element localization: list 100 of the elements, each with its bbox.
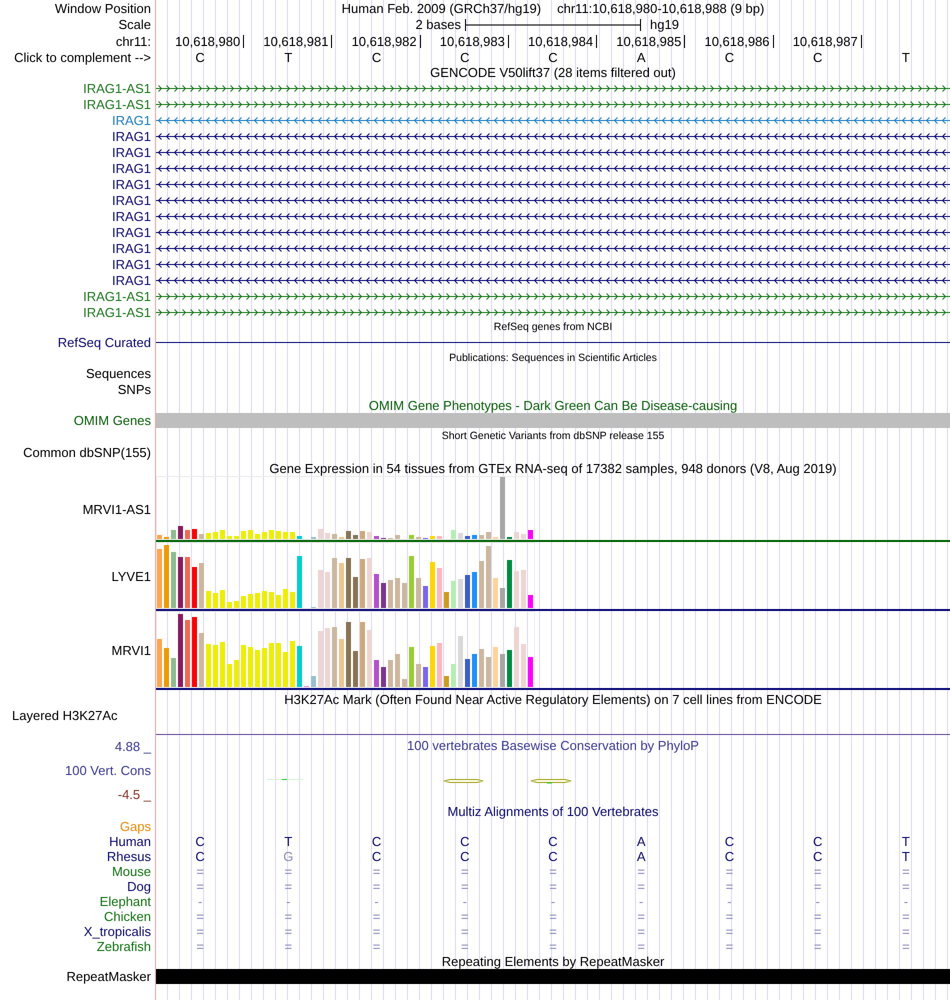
gene-line[interactable] bbox=[156, 228, 950, 236]
track-label[interactable]: 100 Vert. Cons bbox=[65, 764, 151, 776]
base-letter: T bbox=[902, 50, 910, 64]
expression-bar bbox=[234, 536, 239, 539]
expression-bar bbox=[395, 578, 400, 608]
expression-bar bbox=[353, 535, 358, 539]
gene-label[interactable]: IRAG1 bbox=[112, 114, 151, 126]
track-label[interactable]: RefSeq Curated bbox=[58, 336, 151, 349]
expression-bar bbox=[472, 535, 477, 539]
gene-label[interactable]: MRVI1-AS1 bbox=[82, 502, 151, 516]
expression-bar bbox=[234, 660, 239, 687]
gene-label[interactable]: IRAG1 bbox=[112, 130, 151, 142]
species-label[interactable]: Rhesus bbox=[106, 850, 151, 863]
gene-label[interactable]: IRAG1-AS1 bbox=[83, 306, 151, 318]
alignment-base: - bbox=[550, 895, 556, 908]
track-title: Publications: Sequences in Scientific Articles bbox=[449, 352, 657, 364]
expression-bar bbox=[220, 642, 225, 687]
gene-label[interactable]: IRAG1-AS1 bbox=[83, 98, 151, 110]
base-letter: C bbox=[195, 50, 205, 64]
track-label[interactable]: Layered H3K27Ac bbox=[12, 709, 118, 722]
track-title: Gene Expression in 54 tissues from GTEx RNA-seq of 17382 samples, 948 donors (V8, Aug 2019) bbox=[269, 462, 837, 474]
expression-bar bbox=[472, 572, 477, 608]
expression-bar bbox=[262, 532, 267, 539]
track-label[interactable]: SNPs bbox=[118, 382, 151, 396]
species-label[interactable]: Elephant bbox=[100, 895, 151, 908]
expression-bar bbox=[437, 643, 442, 687]
alignment-base: = bbox=[902, 865, 910, 878]
position-label: 10,618,985 bbox=[616, 35, 686, 48]
gene-label[interactable]: IRAG1-AS1 bbox=[83, 82, 151, 94]
gene-label[interactable]: IRAG1 bbox=[112, 242, 151, 254]
gene-label[interactable]: LYVE1 bbox=[111, 570, 151, 583]
gene-line[interactable] bbox=[156, 260, 950, 268]
species-label[interactable]: Zebrafish bbox=[96, 940, 151, 953]
alignment-base: - bbox=[286, 895, 290, 908]
gene-label[interactable]: IRAG1 bbox=[112, 274, 151, 286]
gene-label[interactable]: IRAG1 bbox=[112, 258, 151, 270]
alignment-base: = bbox=[726, 940, 734, 953]
expression-bar bbox=[346, 622, 351, 687]
expression-bar bbox=[353, 651, 358, 687]
gene-line[interactable] bbox=[156, 212, 950, 220]
expression-bar bbox=[164, 545, 169, 608]
expression-bar bbox=[192, 529, 197, 539]
gene-label[interactable]: IRAG1 bbox=[112, 162, 151, 174]
expression-bar bbox=[178, 557, 183, 608]
track-label[interactable]: Sequences bbox=[86, 367, 151, 380]
expression-bar bbox=[507, 650, 512, 687]
gene-line[interactable] bbox=[156, 244, 950, 252]
species-label[interactable]: Chicken bbox=[104, 910, 151, 923]
alignment-base: = bbox=[637, 925, 646, 938]
gene-line[interactable] bbox=[156, 164, 950, 172]
expression-bar bbox=[451, 664, 456, 687]
expression-bar bbox=[374, 660, 379, 687]
expression-bar bbox=[318, 570, 323, 608]
alignment-base: = bbox=[726, 880, 734, 893]
gene-line[interactable] bbox=[156, 180, 950, 188]
track-label[interactable]: OMIM Genes bbox=[74, 414, 151, 427]
expression-bar bbox=[395, 535, 400, 539]
gene-label[interactable]: IRAG1 bbox=[112, 178, 151, 190]
track-label[interactable]: RepeatMasker bbox=[66, 970, 151, 983]
gene-line[interactable] bbox=[156, 132, 950, 140]
gene-label[interactable]: IRAG1-AS1 bbox=[83, 290, 151, 302]
expression-bar bbox=[409, 647, 414, 687]
alignment-base: = bbox=[284, 910, 292, 923]
expression-bar bbox=[248, 594, 253, 608]
track-label[interactable]: Common dbSNP(155) bbox=[23, 446, 151, 459]
alignment-base: - bbox=[904, 895, 908, 908]
gene-line[interactable] bbox=[156, 196, 950, 204]
expression-bar bbox=[276, 643, 281, 687]
expression-bar bbox=[178, 526, 183, 539]
expression-bar bbox=[402, 583, 407, 608]
species-label[interactable]: Human bbox=[109, 835, 151, 848]
gene-line[interactable] bbox=[156, 148, 950, 156]
expression-bar bbox=[325, 533, 330, 539]
track-label[interactable]: Click to complement --> bbox=[14, 50, 151, 64]
expression-bar bbox=[332, 534, 337, 539]
gene-label[interactable]: MRVI1 bbox=[112, 644, 151, 657]
expression-bar bbox=[493, 578, 498, 608]
expression-bar bbox=[339, 639, 344, 687]
species-label[interactable]: Mouse bbox=[112, 865, 151, 878]
expression-bar bbox=[269, 592, 274, 608]
gene-label[interactable]: IRAG1 bbox=[112, 210, 151, 222]
gene-label[interactable]: IRAG1 bbox=[112, 194, 151, 206]
alignment-base: - bbox=[198, 895, 202, 908]
alignment-base: = bbox=[726, 925, 734, 938]
base-letter: A bbox=[636, 50, 646, 64]
track-title: RefSeq genes from NCBI bbox=[494, 322, 612, 333]
axis-label: -4.5 _ bbox=[118, 788, 151, 801]
expression-bar bbox=[416, 664, 421, 687]
species-label[interactable]: X_tropicalis bbox=[84, 925, 151, 938]
gene-line[interactable] bbox=[156, 276, 950, 284]
gene-label[interactable]: IRAG1 bbox=[112, 226, 151, 238]
gene-label[interactable]: IRAG1 bbox=[112, 146, 151, 158]
alignment-base: C bbox=[724, 850, 734, 863]
expression-bar bbox=[409, 535, 414, 539]
expression-bar bbox=[276, 531, 281, 539]
alignment-base: = bbox=[549, 910, 557, 923]
species-label[interactable]: Dog bbox=[127, 880, 151, 893]
expression-bar bbox=[220, 590, 225, 608]
expression-bar bbox=[493, 647, 498, 687]
expression-bar bbox=[213, 645, 218, 687]
